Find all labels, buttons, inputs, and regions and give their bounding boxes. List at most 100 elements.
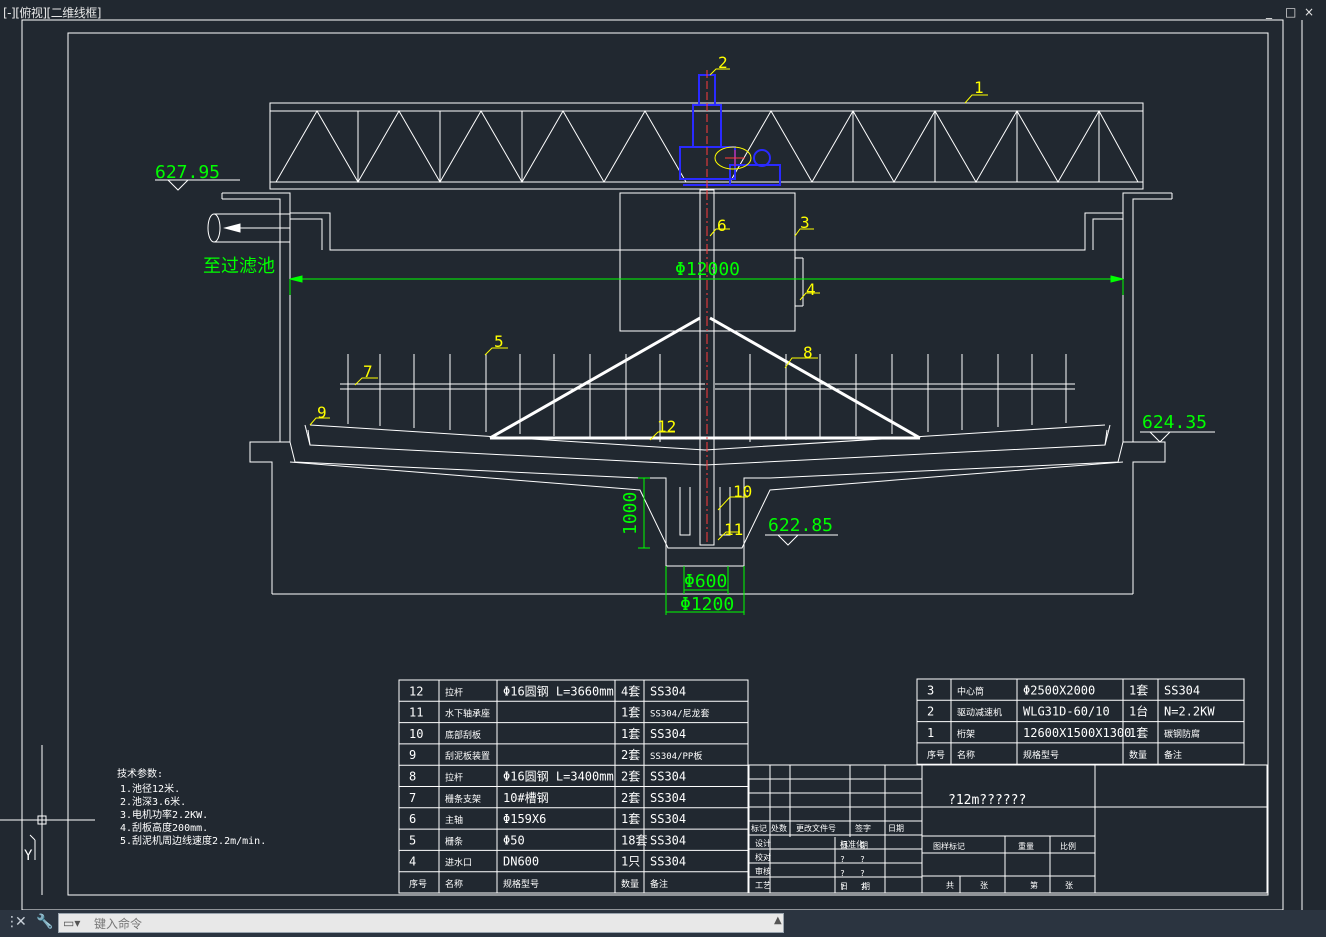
balloon-3: 3 — [800, 213, 810, 232]
bom-cell: Φ16圆钢 L=3660mm — [503, 684, 614, 698]
balloon-4: 4 — [806, 280, 816, 299]
tech-notes: 技术参数: 1.池径12米. 2.池深3.6米. 3.电机功率2.2KW. 4.… — [117, 767, 266, 847]
bom-cell: 1只 — [621, 855, 640, 869]
tech-line-1: 1.池径12米. — [120, 782, 180, 795]
command-input[interactable] — [58, 913, 784, 933]
bom-cell: 备注 — [650, 878, 668, 890]
main-shaft — [699, 189, 715, 546]
tank-wall — [221, 192, 1173, 595]
dim-diameter: Φ12000 — [675, 259, 740, 280]
bom-cell: SS304/尼龙套 — [650, 708, 710, 720]
bom-cell: SS304 — [650, 855, 686, 869]
bom-cell: SS304 — [650, 727, 686, 741]
bom-cell: 1套 — [621, 706, 640, 720]
bom-cell: 碳钢防腐 — [1164, 728, 1200, 740]
bom-cell: 7 — [409, 791, 416, 805]
bom-cell: 6 — [409, 812, 416, 826]
bom-cell: 2套 — [621, 791, 640, 805]
bom-cell: 备注 — [1164, 749, 1182, 761]
bom-cell: 规格型号 — [503, 878, 539, 890]
command-history-up-icon[interactable]: ▲ — [774, 915, 782, 926]
sign-1: 校对 — [755, 852, 771, 862]
stage-0: 图样标记 — [933, 841, 965, 851]
command-prompt-icon[interactable]: ▭▾ — [63, 916, 80, 930]
bom-cell: 水下轴承座 — [445, 708, 490, 720]
bom-cell: 8 — [409, 770, 416, 784]
dim-depth: 1000 — [620, 492, 641, 535]
bom-table-left: 12 拉杆 Φ16圆钢 L=3660mm 4套 SS304 11 水下轴承座 1套 SS304/… — [398, 679, 749, 894]
sign-0-q2: ? — [860, 855, 865, 864]
bom-cell: 1 — [927, 726, 934, 740]
cad-canvas[interactable]: 627.95 624.35 622.85 至过滤池 Φ12000 1000 Φ6… — [0, 0, 1326, 910]
balloon-labels: 1 2 3 4 5 6 7 8 9 12 10 11 — [317, 53, 984, 539]
bom-cell: 3 — [927, 683, 934, 697]
bom-cell: 数量 — [1129, 749, 1147, 761]
rev-h-4: 日期 — [888, 824, 904, 833]
stage-1: 重量 — [1018, 841, 1034, 851]
balloon-9: 9 — [317, 403, 327, 422]
tech-line-5: 5.刮泥机周边线速度2.2m/min. — [120, 834, 266, 847]
sheet-2: 第 — [1030, 880, 1038, 890]
bom-cell: SS304 — [1164, 683, 1200, 697]
bom-cell: 中心筒 — [957, 685, 984, 697]
bom-table-right: 3 中心筒 Φ2500X2000 1套 SS304 2 驱动减速机 WLG31D-60/10 1… — [916, 678, 1245, 765]
bom-cell: SS304 — [650, 791, 686, 805]
bom-cell: SS304 — [650, 833, 686, 847]
sheet-0: 共 — [946, 881, 954, 890]
bom-cell: 栅条 — [445, 835, 463, 847]
bom-cell: 序号 — [927, 749, 945, 761]
sign-0: 设计 — [755, 838, 771, 848]
bom-cell: DN600 — [503, 855, 539, 869]
bom-cell: 1套 — [1129, 683, 1148, 697]
balloon-12: 12 — [657, 417, 676, 436]
sign-std: 标准化 — [840, 839, 864, 849]
rev-h-2: 更改文件号 — [796, 823, 836, 833]
bom-cell: 4 — [409, 855, 416, 869]
balloon-8: 8 — [803, 343, 813, 362]
command-placeholder: 键入命令 — [94, 917, 143, 931]
close-command-icon[interactable]: ✕ — [15, 914, 27, 930]
bom-cell: 规格型号 — [1023, 749, 1059, 761]
bom-cell: 数量 — [621, 878, 639, 890]
bom-cell: 5 — [409, 833, 416, 847]
elev-bottom: 622.85 — [768, 515, 833, 536]
sign-0-q1: ? — [840, 855, 845, 864]
balloon-leaders — [309, 68, 988, 541]
balloon-11: 11 — [724, 520, 743, 539]
tech-line-3: 3.电机功率2.2KW. — [120, 808, 208, 821]
sheet-3: 张 — [1065, 881, 1073, 890]
rev-h-0: 标记 — [751, 823, 767, 833]
bom-cell: Φ50 — [503, 833, 525, 847]
bom-cell: 驱动减速机 — [957, 707, 1002, 719]
bom-cell: 10 — [409, 727, 423, 741]
rev-h-3: 签字 — [855, 823, 871, 833]
bom-cell: 序号 — [409, 878, 427, 890]
drawing-viewport[interactable]: [-][俯视][二维线框] _ □ × 627.95 624.35 622.85… — [0, 0, 1326, 910]
sign-2: 审核 — [755, 866, 771, 876]
bom-cell: 1套 — [1129, 726, 1148, 740]
bom-cell: 1台 — [1129, 704, 1148, 719]
balloon-2: 2 — [718, 53, 728, 72]
bom-cell: SS304 — [650, 812, 686, 826]
sheet-1: 张 — [980, 881, 988, 890]
bom-cell: Φ2500X2000 — [1023, 683, 1095, 697]
tech-line-2: 2.池深3.6米. — [120, 795, 186, 808]
customize-wrench-icon[interactable]: 🔧 — [36, 914, 53, 930]
ucs-icon — [0, 745, 95, 895]
bom-cell: WLG31D-60/10 — [1023, 705, 1110, 719]
stage-2: 比例 — [1060, 841, 1076, 851]
bom-cell: 1套 — [621, 812, 640, 826]
rev-h-1: 处数 — [771, 823, 787, 833]
balloon-1: 1 — [974, 78, 984, 97]
bom-cell: Φ16圆钢 L=3400mm — [503, 770, 614, 784]
dim-600: Φ600 — [684, 571, 727, 592]
tech-title: 技术参数: — [117, 767, 163, 780]
sign-day: 日 — [840, 882, 848, 891]
outlet-pipe — [207, 213, 290, 243]
elevation-markers — [155, 179, 1215, 546]
bom-cell: N=2.2KW — [1164, 705, 1215, 719]
bom-cell: 10#槽钢 — [503, 791, 549, 805]
drawing-name: ?12m?????? — [948, 793, 1026, 808]
dim-1200: Φ1200 — [680, 594, 734, 615]
tech-line-4: 4.刮板高度200mm. — [120, 821, 208, 834]
